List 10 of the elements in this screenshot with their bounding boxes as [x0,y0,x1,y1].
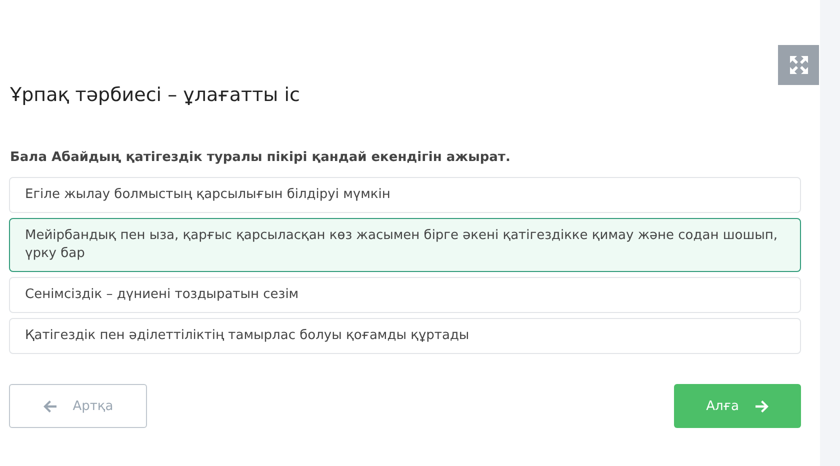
answer-option[interactable]: Мейірбандық пен ыза, қарғыс қарсыласқан көз жасымен бірге әкені қатігездікке қимау және содан шошып, үрку бар [9,218,801,272]
expand-icon [788,55,808,75]
arrow-right-icon [754,400,769,412]
answer-option[interactable]: Қатігездік пен әділеттіліктің тамырлас болуы қоғамды құртады [9,318,801,354]
quiz-title: Ұрпақ тәрбиесі – ұлағатты іс [10,83,301,108]
answer-option[interactable]: Егіле жылау болмыстың қарсылығын білдіруі мүмкін [9,177,801,213]
answer-option[interactable]: Сенімсіздік – дүниені тоздыратын сезім [9,277,801,313]
question-text: Бала Абайдың қатігездік туралы пікірі қандай екендігін ажырат. [10,150,512,165]
arrow-left-icon [42,400,57,412]
fullscreen-button[interactable] [778,45,819,85]
